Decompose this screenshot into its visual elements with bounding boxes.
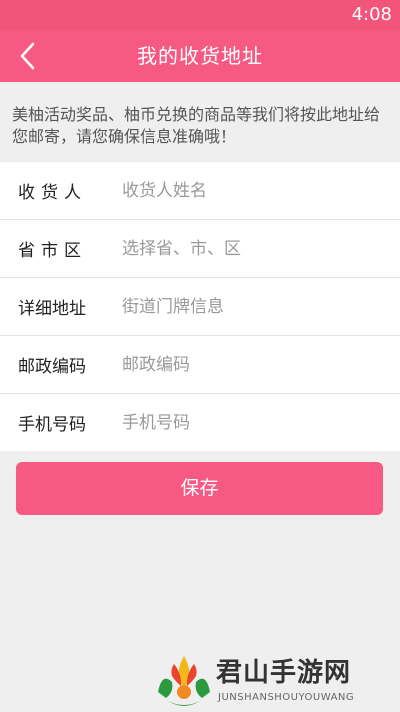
back-button[interactable] xyxy=(8,36,48,76)
address-label: 详细地址 xyxy=(18,299,86,319)
form-row-region[interactable]: 省市区 xyxy=(0,220,400,278)
title-bar: 我的收货地址 xyxy=(0,30,400,82)
phone-label: 手机号码 xyxy=(18,415,86,435)
watermark: 君山手游网 JUNSHANSHOUYOUWANG xyxy=(152,652,400,712)
watermark-subtitle: JUNSHANSHOUYOUWANG xyxy=(218,692,355,703)
save-button[interactable]: 保存 xyxy=(16,462,383,515)
postcode-input[interactable] xyxy=(122,344,400,385)
status-time: 4:08 xyxy=(351,4,392,25)
notice-text: 美柚活动奖品、柚币兑换的商品等我们将按此地址给您邮寄，请您确保信息准确哦！ xyxy=(12,105,381,146)
chevron-left-icon xyxy=(20,42,35,70)
status-bar: 4:08 xyxy=(0,0,400,30)
region-label: 省市区 xyxy=(18,241,87,261)
page-title: 我的收货地址 xyxy=(137,44,263,68)
address-input[interactable] xyxy=(122,286,400,327)
recipient-label: 收货人 xyxy=(18,183,87,203)
form-row-postcode: 邮政编码 xyxy=(0,336,400,394)
address-form: 收货人 省市区 详细地址 邮政编码 手机号码 xyxy=(0,162,400,451)
watermark-logo-icon xyxy=(158,656,210,706)
recipient-input[interactable] xyxy=(122,170,400,211)
region-select[interactable] xyxy=(122,228,400,269)
phone-input[interactable] xyxy=(122,402,400,443)
postcode-label: 邮政编码 xyxy=(18,357,86,377)
form-row-phone: 手机号码 xyxy=(0,394,400,451)
watermark-title: 君山手游网 xyxy=(216,658,352,688)
form-row-address: 详细地址 xyxy=(0,278,400,336)
form-row-recipient: 收货人 xyxy=(0,162,400,220)
